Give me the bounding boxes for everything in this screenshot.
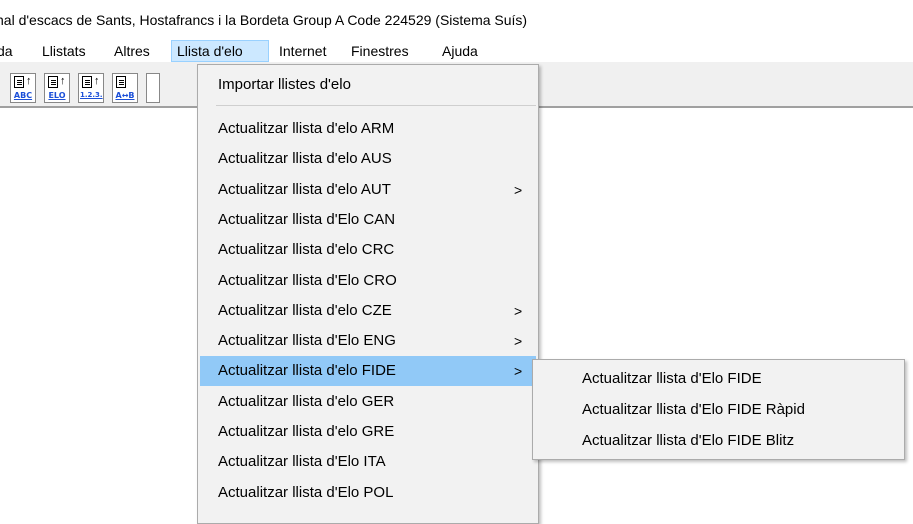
arrow-up-icon: ↑ xyxy=(60,75,66,87)
menu-item-update-elo[interactable]: Actualitzar llista d'elo CZE > xyxy=(200,296,536,326)
submenu-item-label: Actualitzar llista d'Elo FIDE Ràpid xyxy=(582,401,805,418)
sort-elo-button[interactable]: ↑ ELO xyxy=(44,73,70,103)
menu-label: Altres xyxy=(114,43,150,59)
menu-label: da xyxy=(0,43,13,59)
menu-label: Ajuda xyxy=(442,43,478,59)
window-title-bar: nal d'escacs de Sants, Hostafrancs i la … xyxy=(0,0,913,40)
menu-item-update-elo[interactable]: Actualitzar llista d'Elo CAN xyxy=(200,205,536,235)
menu-altres[interactable]: Altres xyxy=(114,40,150,62)
menu-label: Llista d'elo xyxy=(177,43,243,59)
menu-item-label: Actualitzar llista d'Elo CAN xyxy=(218,210,396,228)
menu-item-label: Actualitzar llista d'elo ARM xyxy=(218,120,395,137)
menu-item-label: Actualitzar llista d'Elo ENG xyxy=(218,332,396,350)
menu-item-label: Actualitzar llista d'elo FIDE xyxy=(218,362,396,380)
sort-abc-button[interactable]: ↑ ABC xyxy=(10,73,36,103)
menu-label: Internet xyxy=(279,43,327,59)
submenu-item-label: Actualitzar llista d'Elo FIDE xyxy=(582,370,762,387)
submenu-item-fide[interactable]: Actualitzar llista d'Elo FIDE Blitz xyxy=(535,426,901,456)
menu-item-label: Actualitzar llista d'elo AUS xyxy=(218,150,392,168)
chevron-right-icon: > xyxy=(514,181,523,198)
document-icon xyxy=(82,76,92,88)
submenu-item-fide[interactable]: Actualitzar llista d'Elo FIDE xyxy=(535,364,901,394)
window-title: nal d'escacs de Sants, Hostafrancs i la … xyxy=(0,12,528,28)
arrow-up-icon: ↑ xyxy=(94,75,100,87)
fide-submenu: Actualitzar llista d'Elo FIDE Actualitzar… xyxy=(532,359,905,460)
sort-abc-icon: ABC xyxy=(13,91,33,100)
sort-123-button[interactable]: ↑ 1.2.3. xyxy=(78,73,104,103)
chevron-right-icon: > xyxy=(514,302,523,319)
menu-item-label: Actualitzar llista d'Elo POL xyxy=(218,483,394,501)
menu-bar: da Llistats Altres Llista d'elo Internet… xyxy=(0,40,913,62)
menu-item-update-elo[interactable]: Actualitzar llista d'Elo ENG > xyxy=(200,326,536,356)
menu-item-importar-llistes[interactable]: Importar llistes d'elo xyxy=(200,70,536,100)
menu-finestres[interactable]: Finestres xyxy=(351,40,409,62)
menu-item-update-elo[interactable]: Actualitzar llista d'elo GER xyxy=(200,387,536,417)
menu-separator xyxy=(216,105,536,106)
menu-da[interactable]: da xyxy=(0,40,29,62)
menu-item-label: Actualitzar llista d'elo GRE xyxy=(218,423,395,440)
chevron-right-icon: > xyxy=(514,333,523,350)
menu-item-update-elo[interactable]: Actualitzar llista d'elo GRE xyxy=(200,417,536,447)
sort-123-icon: 1.2.3. xyxy=(80,91,103,99)
menu-item-label: Actualitzar llista d'Elo ITA xyxy=(218,453,386,471)
menu-internet[interactable]: Internet xyxy=(279,40,326,62)
menu-item-label: Actualitzar llista d'elo CRC xyxy=(218,241,395,259)
menu-item-update-elo[interactable]: Actualitzar llista d'Elo CRO xyxy=(200,266,536,296)
menu-label: Finestres xyxy=(351,43,409,59)
menu-ajuda[interactable]: Ajuda xyxy=(442,40,478,62)
llista-elo-dropdown: Importar llistes d'elo Actualitzar llist… xyxy=(197,64,539,524)
menu-llistats[interactable]: Llistats xyxy=(42,40,86,62)
menu-item-label: Actualitzar llista d'elo GER xyxy=(218,392,395,410)
menu-item-label: Actualitzar llista d'elo CZE xyxy=(218,301,392,319)
sort-a-to-b-button[interactable]: A↔B xyxy=(112,73,138,103)
arrow-up-icon: ↑ xyxy=(26,75,32,87)
chevron-right-icon: > xyxy=(514,363,523,380)
menu-item-label: Actualitzar llista d'elo AUT xyxy=(218,180,391,198)
document-icon xyxy=(48,76,58,88)
menu-item-label: Importar llistes d'elo xyxy=(218,76,351,93)
menu-item-update-elo[interactable]: Actualitzar llista d'elo AUS xyxy=(200,144,536,174)
sort-a-to-b-icon: A↔B xyxy=(115,91,135,100)
toolbar-button-partial[interactable] xyxy=(146,73,160,103)
menu-item-update-elo[interactable]: Actualitzar llista d'Elo POL xyxy=(200,478,536,508)
menu-label: Llistats xyxy=(42,43,86,59)
menu-item-update-elo[interactable]: Actualitzar llista d'elo CRC xyxy=(200,235,536,265)
submenu-item-fide[interactable]: Actualitzar llista d'Elo FIDE Ràpid xyxy=(535,395,901,425)
menu-llista-elo[interactable]: Llista d'elo xyxy=(171,40,269,62)
document-icon xyxy=(14,76,24,88)
menu-item-update-elo[interactable]: Actualitzar llista d'elo AUT > xyxy=(200,175,536,205)
document-icon xyxy=(116,76,126,88)
menu-item-label: Actualitzar llista d'Elo CRO xyxy=(218,271,397,289)
sort-elo-icon: ELO xyxy=(48,91,66,100)
menu-item-update-elo[interactable]: Actualitzar llista d'Elo ITA xyxy=(200,447,536,477)
submenu-item-label: Actualitzar llista d'Elo FIDE Blitz xyxy=(582,432,795,449)
menu-item-update-elo[interactable]: Actualitzar llista d'elo ARM xyxy=(200,114,536,144)
menu-item-update-elo[interactable]: Actualitzar llista d'elo FIDE > xyxy=(200,356,536,387)
